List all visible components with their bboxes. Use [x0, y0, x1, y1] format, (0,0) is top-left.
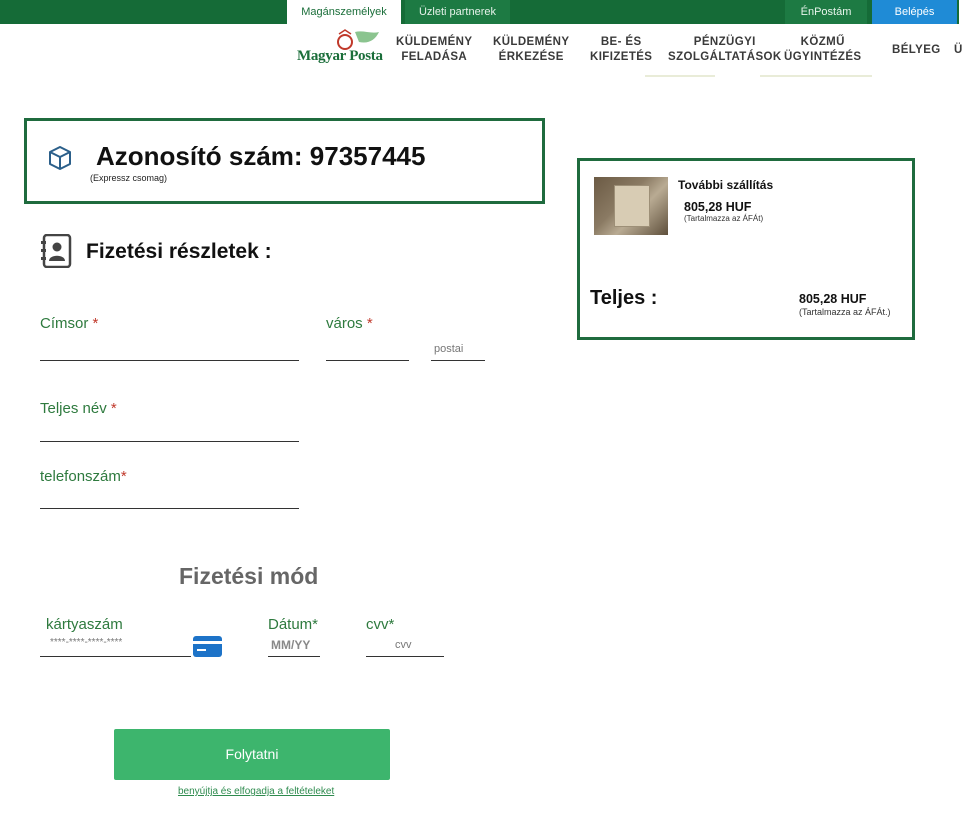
city-input[interactable]	[326, 360, 409, 361]
nav-item-arrival[interactable]: KÜLDEMÉNY ÉRKEZÉSE	[493, 35, 569, 65]
item-price: 805,28 HUF	[684, 200, 752, 214]
logo-text: Magyar Posta	[297, 48, 383, 64]
contact-book-icon	[41, 234, 72, 268]
nav-item-send[interactable]: KÜLDEMÉNY FELADÁSA	[396, 35, 472, 65]
identifier-subtitle: (Expressz csomag)	[90, 173, 168, 183]
identifier-title: Azonosító szám: 97357445	[96, 141, 426, 171]
total-price: 805,28 HUF	[799, 292, 867, 306]
top-bar: Magánszemélyek Üzleti partnerek ÉnPostám…	[0, 0, 962, 24]
date-input[interactable]	[268, 656, 320, 657]
phone-input[interactable]	[40, 508, 299, 509]
fullname-label: Teljes név *	[40, 400, 117, 417]
payment-details-title: Fizetési részletek :	[86, 240, 272, 263]
item-vat-note: (Tartalmazza az ÁFÁt)	[684, 214, 764, 223]
nav-item-more[interactable]: Ü	[954, 43, 962, 58]
credit-card-icon	[193, 636, 222, 657]
item-title: További szállítás	[678, 178, 774, 192]
tab-business[interactable]: Üzleti partnerek	[405, 0, 510, 24]
terms-link[interactable]: benyújtja és elfogadja a feltételeket	[178, 786, 334, 797]
nav-underline	[645, 75, 715, 77]
item-image	[594, 177, 668, 235]
cvv-input[interactable]	[366, 656, 444, 657]
total-vat-note: (Tartalmazza az ÁFÁt.)	[799, 307, 891, 317]
enpostam-link[interactable]: ÉnPostám	[785, 0, 867, 24]
nav-item-utilities[interactable]: KÖZMŰ ÜGYINTÉZÉS	[784, 35, 861, 65]
nav-item-stamp[interactable]: BÉLYEG	[892, 43, 941, 58]
address-input[interactable]	[40, 360, 299, 361]
nav-underline	[760, 75, 872, 77]
postal-input[interactable]	[431, 360, 485, 361]
date-label: Dátum*	[268, 616, 319, 633]
card-number-label: kártyaszám	[46, 616, 123, 633]
package-icon	[49, 146, 71, 170]
login-button[interactable]: Belépés	[872, 0, 957, 24]
fullname-input[interactable]	[40, 441, 299, 442]
order-summary: További szállítás 805,28 HUF (Tartalmazz…	[577, 158, 915, 340]
card-number-placeholder: ****-****-****-****	[50, 637, 123, 648]
phone-label: telefonszám*	[40, 468, 127, 485]
payment-method-title: Fizetési mód	[179, 563, 319, 589]
date-placeholder: MM/YY	[271, 638, 311, 652]
card-number-input[interactable]	[40, 656, 191, 657]
nav-item-finance[interactable]: PÉNZÜGYI SZOLGÁLTATÁSOK	[668, 35, 782, 65]
cvv-placeholder: cvv	[395, 639, 412, 651]
city-label: város *	[326, 315, 373, 332]
tab-private[interactable]: Magánszemélyek	[287, 0, 401, 24]
identifier-box: Azonosító szám: 97357445 (Expressz csoma…	[24, 118, 545, 204]
continue-button[interactable]: Folytatni	[114, 729, 390, 780]
address-label: Címsor *	[40, 315, 99, 332]
cvv-label: cvv*	[366, 616, 395, 633]
postal-placeholder: postai	[434, 343, 464, 355]
nav-item-payments[interactable]: BE- ÉS KIFIZETÉS	[590, 35, 652, 65]
total-label: Teljes :	[590, 287, 658, 309]
